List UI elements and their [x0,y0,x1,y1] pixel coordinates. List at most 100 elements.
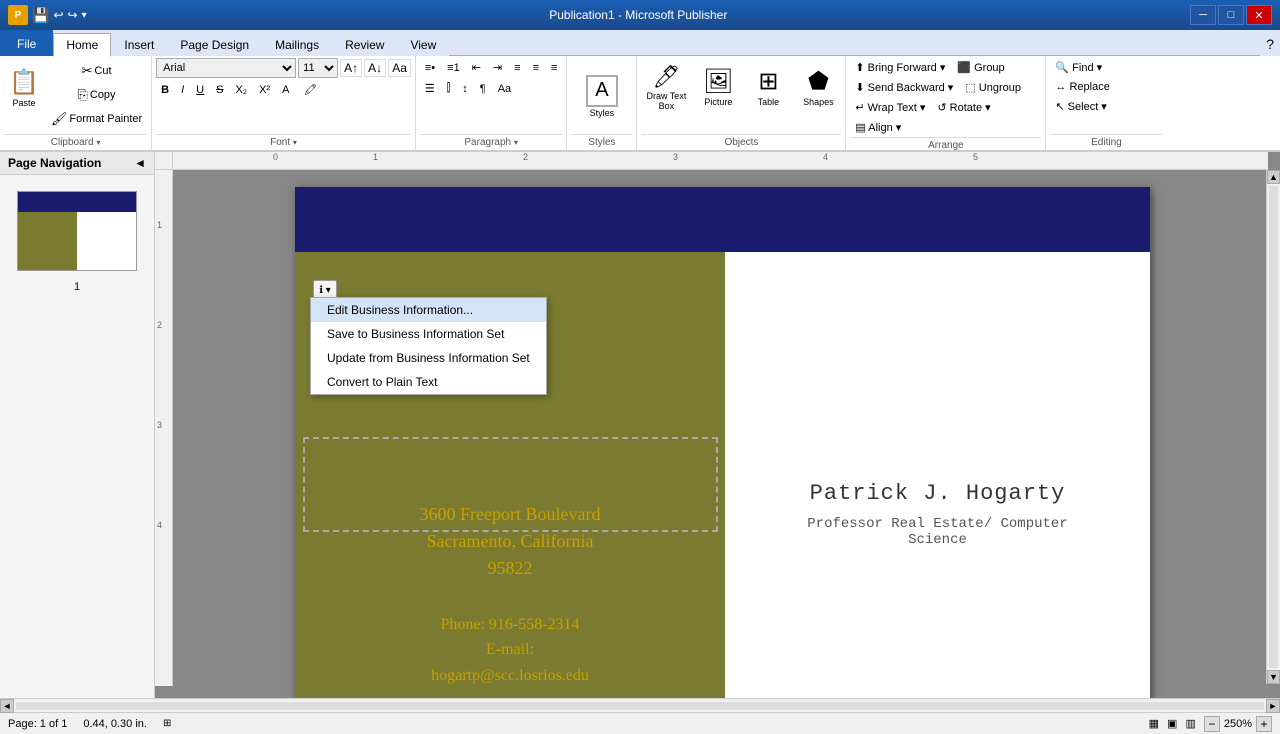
wrap-text-button[interactable]: ↵ Wrap Text ▾ [850,98,930,117]
sidebar-title: Page Navigation [8,156,101,170]
tab-page-design[interactable]: Page Design [167,32,262,56]
cursor-position: 0.44, 0.30 in. [83,718,147,730]
italic-button[interactable]: I [176,81,189,99]
status-right: ▦ ▣ ▥ − 250% + [1149,716,1272,732]
quick-access-toolbar[interactable]: P 💾 ↩ ↪ ▾ [8,5,87,25]
subscript-button[interactable]: X₂ [230,81,252,99]
publication-page[interactable]: ℹ ▾ Edit Business Information... Save to… [295,187,1150,698]
shapes-button[interactable]: ⬟ Shapes [795,58,841,116]
thumb-body [18,212,136,271]
numbered-list-button[interactable]: ≡1 [442,59,465,77]
align-center-button[interactable]: ≡ [528,59,544,77]
scroll-down-button[interactable]: ▼ [1267,670,1280,684]
cut-button[interactable]: ✂ Cut [46,60,147,82]
styles-button[interactable]: A Styles [581,67,623,125]
line-spacing-button[interactable]: ↕ [457,80,473,98]
font-color-button[interactable]: A [277,81,296,99]
ruler-corner [155,152,173,170]
tab-review[interactable]: Review [332,32,397,56]
indent-increase-button[interactable]: ⇥ [488,58,507,77]
underline-button[interactable]: U [191,81,209,99]
save-button[interactable]: 💾 [32,7,49,24]
scroll-left-button[interactable]: ◄ [0,699,14,713]
align-right-button[interactable]: ≡ [546,59,562,77]
bring-forward-button[interactable]: ⬆ Bring Forward ▾ [850,58,950,77]
tab-home[interactable]: Home [53,33,111,57]
scroll-up-button[interactable]: ▲ [1267,170,1280,184]
rotate-button[interactable]: ↺ Rotate ▾ [932,98,995,117]
paste-button[interactable]: 📋 Paste [4,59,44,117]
draw-text-box-icon: 🖊 [652,64,680,90]
bold-button[interactable]: B [156,81,174,99]
maximize-button[interactable]: □ [1218,5,1244,25]
redo-button[interactable]: ↪ [68,8,78,22]
view-master-button[interactable]: ▣ [1167,717,1177,730]
find-button[interactable]: 🔍 Find ▾ [1050,58,1107,77]
columns-button[interactable]: ⫿ [442,79,456,98]
help-button[interactable]: ? [1260,32,1280,56]
pub-address-line1: 3600 Freeport Boulevard [420,501,601,528]
copy-button[interactable]: ⎘ Copy [46,84,147,106]
zoom-out-button[interactable]: − [1204,716,1220,732]
publisher-icon: P [8,5,28,25]
format-painter-button[interactable]: 🖌 Format Painter [46,108,147,130]
page-number-label: 1 [74,281,80,293]
strikethrough-button[interactable]: S [211,81,228,99]
window-controls[interactable]: ─ □ ✕ [1190,5,1272,25]
paragraph-label: Paragraph ▾ [420,134,563,148]
superscript-button[interactable]: X² [254,81,275,99]
scroll-right-button[interactable]: ► [1266,699,1280,713]
view-two-page-button[interactable]: ▥ [1185,717,1195,730]
draw-text-box-button[interactable]: 🖊 Draw TextBox [641,58,691,116]
tab-file[interactable]: File [0,30,53,56]
menu-item-convert-plain-text[interactable]: Convert to Plain Text [311,370,546,394]
align-button[interactable]: ▤ Align ▾ [850,118,906,137]
show-formatting-button[interactable]: ¶ [475,80,491,98]
context-dropdown-menu[interactable]: Edit Business Information... Save to Bus… [310,297,547,395]
tab-insert[interactable]: Insert [111,32,167,56]
h-scroll-thumb[interactable] [16,702,1264,710]
menu-item-edit-business-info[interactable]: Edit Business Information... [311,298,546,322]
justify-button[interactable]: ☰ [420,79,440,98]
minimize-button[interactable]: ─ [1190,5,1216,25]
picture-button[interactable]: 🖼 Picture [695,58,741,116]
zoom-in-button[interactable]: + [1256,716,1272,732]
view-normal-button[interactable]: ▦ [1149,717,1159,730]
page-thumbnail-1[interactable] [17,191,137,271]
table-button[interactable]: ⊞ Table [745,58,791,116]
indent-decrease-button[interactable]: ⇤ [467,58,486,77]
bullet-list-button[interactable]: ≡• [420,59,440,77]
highlight-button[interactable]: 🖍 [298,80,322,99]
clipboard-label: Clipboard ▾ [4,134,147,148]
close-button[interactable]: ✕ [1246,5,1272,25]
horizontal-scrollbar[interactable]: ◄ ► [0,698,1280,712]
scroll-thumb[interactable] [1269,186,1278,668]
ungroup-button[interactable]: ⬚ Ungroup [960,78,1026,97]
picture-icon: 🖼 [703,67,733,96]
font-group: Arial 11 A↑ A↓ Aa B I U S X₂ X² A 🖍 Font… [152,56,416,150]
align-left-button[interactable]: ≡ [509,59,525,77]
decrease-font-button[interactable]: A↓ [364,59,386,77]
increase-font-button[interactable]: A↑ [340,59,362,77]
sidebar-collapse-button[interactable]: ◄ [134,156,146,170]
typography-button[interactable]: Aa [493,80,516,98]
font-name-select[interactable]: Arial [156,58,296,78]
select-button[interactable]: ↖ Select ▾ [1050,97,1111,116]
tab-mailings[interactable]: Mailings [262,32,332,56]
send-backward-button[interactable]: ⬇ Send Backward ▾ [850,78,958,97]
cut-icon: ✂ [82,63,93,79]
canvas-area[interactable]: 0 1 2 3 4 5 1 2 3 4 [155,152,1280,698]
window-title: Publication1 - Microsoft Publisher [87,8,1190,22]
change-case-button[interactable]: Aa [388,59,411,77]
group-button[interactable]: ⬛ Group [952,58,1009,77]
tab-view[interactable]: View [397,32,449,56]
editing-group: 🔍 Find ▾ ↔ Replace ↖ Select ▾ Editing [1046,56,1166,150]
menu-item-update-business-info[interactable]: Update from Business Information Set [311,346,546,370]
replace-button[interactable]: ↔ Replace [1050,78,1114,96]
menu-item-save-business-info[interactable]: Save to Business Information Set [311,322,546,346]
undo-button[interactable]: ↩ [53,8,63,22]
objects-group: 🖊 Draw TextBox 🖼 Picture ⊞ Table ⬟ Shape… [637,56,846,150]
vertical-scrollbar[interactable]: ▲ ▼ [1266,170,1280,684]
font-size-select[interactable]: 11 [298,58,338,78]
pub-left-panel: ℹ ▾ Edit Business Information... Save to… [295,252,725,698]
